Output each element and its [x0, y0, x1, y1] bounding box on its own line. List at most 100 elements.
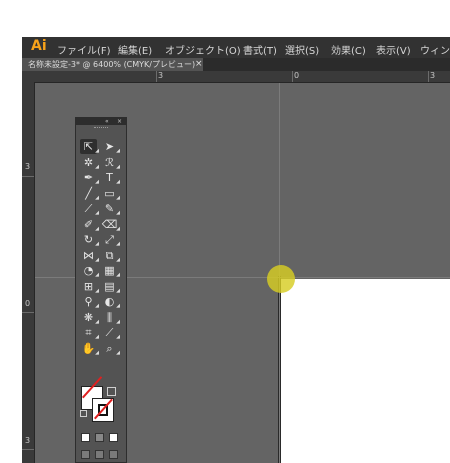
flyout-indicator-icon: ◢	[95, 194, 99, 201]
menu-view[interactable]: 表示(V)	[376, 42, 411, 57]
default-fill-stroke-icon[interactable]	[80, 410, 87, 417]
grip-handle[interactable]	[94, 127, 108, 130]
free-transform-tool-icon: ⧉	[105, 248, 114, 262]
width-tool[interactable]: ⋈ ◢	[80, 248, 99, 263]
flyout-indicator-icon: ◢	[116, 256, 120, 263]
hand-tool-icon: ✋	[81, 341, 96, 355]
none-mode-button[interactable]	[109, 433, 118, 442]
direct-selection-tool-icon: ➤	[104, 140, 115, 153]
flyout-indicator-icon: ◢	[116, 225, 120, 232]
eyedropper-tool[interactable]: ⚲ ◢	[80, 294, 99, 309]
perspective-grid-tool[interactable]: ▦ ◢	[101, 263, 120, 278]
type-tool-icon: T	[106, 171, 113, 184]
ruler-tick	[292, 71, 293, 82]
menu-bar: Ai ファイル(F) 編集(E) オブジェクト(O) 書式(T) 選択(S) 効…	[22, 37, 450, 58]
draw-inside-button[interactable]	[109, 450, 118, 459]
screen-frame: Ai ファイル(F) 編集(E) オブジェクト(O) 書式(T) 選択(S) 効…	[0, 0, 450, 463]
symbol-sprayer-tool[interactable]: ❋ ◢	[80, 310, 99, 325]
tools-panel-header[interactable]: « ×	[76, 118, 126, 125]
lasso-tool[interactable]: ℛ ◢	[101, 155, 120, 170]
flyout-indicator-icon: ◢	[95, 163, 99, 170]
flyout-indicator-icon: ◢	[116, 349, 120, 356]
flyout-indicator-icon: ◢	[95, 303, 99, 309]
rectangle-tool[interactable]: ▭ ◢	[101, 186, 120, 201]
menu-type[interactable]: 書式(T)	[243, 42, 277, 57]
eraser-tool[interactable]: ⌫ ◢	[101, 217, 120, 232]
flyout-indicator-icon: ◢	[95, 349, 99, 356]
flyout-indicator-icon: ◢	[95, 272, 99, 278]
menu-object[interactable]: オブジェクト(O)	[165, 42, 241, 57]
close-icon[interactable]: ×	[117, 118, 122, 125]
ruler-tick	[22, 312, 34, 313]
zoom-tool[interactable]: ⌕ ◢	[101, 341, 120, 356]
draw-behind-button[interactable]	[95, 450, 104, 459]
ruler-tick	[22, 176, 34, 177]
gradient-tool[interactable]: ▤ ◢	[101, 279, 120, 294]
line-segment-tool[interactable]: ╱ ◢	[80, 186, 99, 201]
blob-brush-tool[interactable]: ✐ ◢	[80, 217, 99, 232]
free-transform-tool[interactable]: ⧉ ◢	[101, 248, 120, 263]
flyout-indicator-icon: ◢	[116, 318, 120, 325]
stroke-swatch[interactable]	[92, 398, 114, 422]
ruler-label: 3	[158, 71, 164, 80]
shape-builder-tool[interactable]: ◔ ◢	[80, 263, 99, 278]
artboard-tool-icon: ⌗	[85, 326, 92, 339]
horizontal-ruler[interactable]: 3 0 3	[34, 71, 450, 83]
menu-edit[interactable]: 編集(E)	[118, 42, 152, 57]
menu-window[interactable]: ウィンドウ	[420, 42, 450, 57]
ruler-label: 0	[25, 299, 31, 308]
swap-fill-stroke-icon[interactable]	[107, 387, 116, 396]
slice-tool[interactable]: ⟋ ◢	[101, 325, 120, 340]
flyout-indicator-icon: ◢	[116, 179, 120, 185]
flyout-indicator-icon: ◢	[95, 148, 99, 154]
rotate-tool[interactable]: ↻ ◢	[80, 232, 99, 247]
menu-file[interactable]: ファイル(F)	[57, 42, 111, 57]
pencil-tool[interactable]: ✎ ◢	[101, 201, 120, 216]
column-graph-tool[interactable]: ⫼ ◢	[101, 310, 120, 325]
lasso-tool-icon: ℛ	[105, 155, 114, 169]
menu-effect[interactable]: 効果(C)	[331, 42, 366, 57]
direct-selection-tool[interactable]: ➤ ◢	[101, 139, 120, 154]
hand-tool[interactable]: ✋ ◢	[80, 341, 99, 356]
flyout-indicator-icon: ◢	[116, 163, 120, 170]
flyout-indicator-icon: ◢	[116, 303, 120, 309]
eyedropper-tool-icon: ⚲	[84, 295, 93, 308]
document-tab-title: 名称未設定-3* @ 6400% (CMYK/プレビュー)	[28, 60, 196, 69]
ruler-label: 3	[25, 162, 31, 171]
menu-select[interactable]: 選択(S)	[285, 42, 319, 57]
selection-tool-icon: ⇱	[83, 140, 94, 153]
app-logo: Ai	[31, 38, 47, 54]
perspective-grid-tool-icon: ▦	[104, 264, 115, 277]
flyout-indicator-icon: ◢	[116, 241, 120, 247]
scale-tool[interactable]: ⤢ ◢	[101, 232, 120, 247]
ruler-origin[interactable]	[22, 71, 34, 82]
line-segment-tool-icon: ╱	[85, 186, 92, 200]
touch-point-indicator	[267, 265, 295, 293]
pen-tool[interactable]: ✒ ◢	[80, 170, 99, 185]
collapse-icon[interactable]: «	[105, 118, 109, 125]
slice-tool-icon: ⟋	[105, 326, 114, 339]
gradient-mode-button[interactable]	[95, 433, 104, 442]
draw-normal-button[interactable]	[81, 450, 90, 459]
mesh-tool[interactable]: ⊞ ◢	[80, 279, 99, 294]
vertical-ruler[interactable]: 3 0 3	[22, 82, 35, 463]
rotate-tool-icon: ↻	[83, 233, 94, 246]
width-tool-icon: ⋈	[83, 248, 94, 262]
artboard[interactable]	[281, 279, 450, 463]
selection-tool[interactable]: ⇱ ◢	[80, 139, 99, 154]
paintbrush-tool[interactable]: ⟋ ◢	[80, 201, 99, 216]
close-icon[interactable]: ×	[195, 58, 203, 71]
magic-wand-tool-icon: ✲	[83, 155, 94, 169]
flyout-indicator-icon: ◢	[95, 241, 99, 247]
pen-tool-icon: ✒	[83, 171, 94, 184]
blend-tool[interactable]: ◐ ◢	[101, 294, 120, 309]
ruler-tick	[22, 449, 34, 450]
document-tab[interactable]: 名称未設定-3* @ 6400% (CMYK/プレビュー) ×	[22, 58, 203, 71]
magic-wand-tool[interactable]: ✲ ◢	[80, 155, 99, 170]
flyout-indicator-icon: ◢	[116, 287, 120, 294]
color-mode-button[interactable]	[81, 433, 90, 442]
type-tool[interactable]: T ◢	[101, 170, 120, 185]
pencil-tool-icon: ✎	[104, 202, 115, 215]
flyout-indicator-icon: ◢	[95, 256, 99, 263]
artboard-tool[interactable]: ⌗ ◢	[80, 325, 99, 340]
